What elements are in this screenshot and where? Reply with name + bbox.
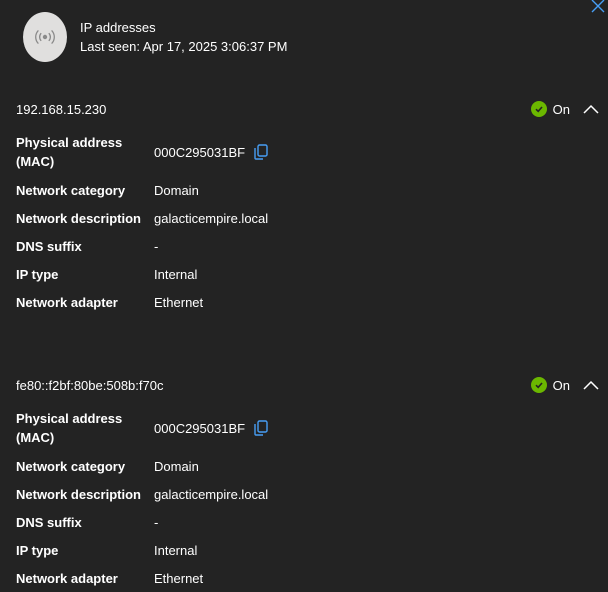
ip-address-title: fe80::f2bf:80be:508b:f70c — [16, 377, 164, 393]
panel-header: IP addresses Last seen: Apr 17, 2025 3:0… — [23, 12, 287, 62]
detail-value: Domain — [154, 458, 199, 474]
checkmark-circle-icon — [530, 377, 547, 393]
detail-row-description: Network description galacticempire.local — [16, 208, 268, 228]
detail-label: DNS suffix — [16, 238, 82, 254]
close-icon[interactable] — [590, 0, 606, 14]
status-label: On — [552, 377, 570, 393]
detail-label: Network category — [16, 458, 126, 474]
detail-label: Network description — [16, 486, 141, 502]
detail-label: Network adapter — [16, 570, 118, 586]
detail-value: Internal — [154, 266, 198, 282]
broadcast-icon — [23, 12, 67, 62]
last-seen-text: Last seen: Apr 17, 2025 3:06:37 PM — [80, 39, 288, 54]
chevron-up-icon[interactable] — [582, 103, 600, 115]
detail-value: - — [154, 238, 159, 254]
detail-row-ip-type: IP type Internal — [16, 264, 197, 284]
detail-value: 000C295031BF — [154, 144, 246, 160]
detail-label: Network category — [16, 182, 126, 198]
copy-icon[interactable] — [254, 144, 268, 160]
detail-row-mac: Physical address (MAC) 000C295031BF — [16, 133, 268, 171]
detail-label: Network adapter — [16, 294, 118, 310]
ip-section-header[interactable]: fe80::f2bf:80be:508b:f70c On — [16, 371, 600, 399]
detail-value: Ethernet — [154, 294, 204, 310]
detail-value: Ethernet — [154, 570, 204, 586]
detail-row-ip-type: IP type Internal — [16, 540, 197, 560]
detail-label: IP type — [16, 542, 59, 558]
ip-section-header[interactable]: 192.168.15.230 On — [16, 95, 600, 123]
detail-label: Physical address (MAC) — [16, 411, 123, 445]
detail-value: galacticempire.local — [154, 210, 269, 226]
detail-label: DNS suffix — [16, 514, 82, 530]
detail-row-category: Network category Domain — [16, 456, 199, 476]
detail-label: IP type — [16, 266, 59, 282]
status-label: On — [552, 101, 570, 117]
ip-section: 192.168.15.230 On Physical address (MAC)… — [16, 95, 600, 310]
detail-row-dns: DNS suffix - — [16, 236, 158, 256]
detail-row-dns: DNS suffix - — [16, 512, 158, 532]
detail-value: Internal — [154, 542, 198, 558]
detail-value: 000C295031BF — [154, 420, 246, 436]
panel-title: IP addresses — [80, 20, 156, 35]
copy-icon[interactable] — [254, 420, 268, 436]
detail-row-adapter: Network adapter Ethernet — [16, 292, 203, 312]
chevron-up-icon[interactable] — [582, 379, 600, 391]
detail-value: Domain — [154, 182, 199, 198]
detail-row-mac: Physical address (MAC) 000C295031BF — [16, 409, 268, 447]
detail-row-adapter: Network adapter Ethernet — [16, 568, 203, 588]
detail-row-description: Network description galacticempire.local — [16, 484, 268, 504]
detail-label: Network description — [16, 210, 141, 226]
detail-value: - — [154, 514, 159, 530]
ip-section: fe80::f2bf:80be:508b:f70c On Physical ad… — [16, 371, 600, 586]
ip-address-title: 192.168.15.230 — [16, 101, 107, 117]
checkmark-circle-icon — [530, 101, 547, 117]
detail-label: Physical address (MAC) — [16, 135, 123, 169]
detail-row-category: Network category Domain — [16, 180, 199, 200]
ip-addresses-panel: IP addresses Last seen: Apr 17, 2025 3:0… — [0, 0, 608, 592]
detail-value: galacticempire.local — [154, 486, 269, 502]
